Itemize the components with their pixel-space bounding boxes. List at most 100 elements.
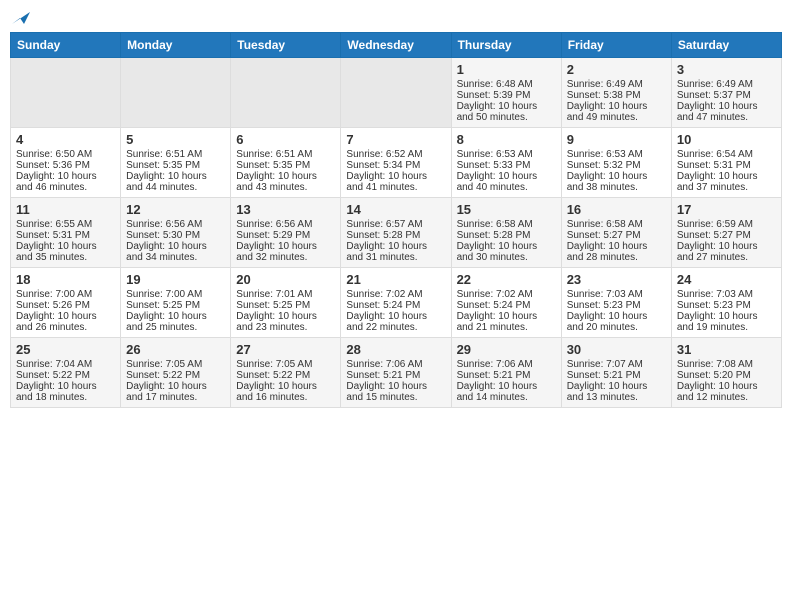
daylight-text: Daylight: 10 hours and 20 minutes. <box>567 311 666 333</box>
sunset-text: Sunset: 5:28 PM <box>346 230 445 241</box>
sunset-text: Sunset: 5:35 PM <box>126 160 225 171</box>
sunrise-text: Sunrise: 6:48 AM <box>457 79 556 90</box>
calendar-week-2: 4Sunrise: 6:50 AMSunset: 5:36 PMDaylight… <box>11 128 782 198</box>
daylight-text: Daylight: 10 hours and 49 minutes. <box>567 101 666 123</box>
calendar-cell: 12Sunrise: 6:56 AMSunset: 5:30 PMDayligh… <box>121 198 231 268</box>
day-number: 14 <box>346 202 445 217</box>
sunrise-text: Sunrise: 6:53 AM <box>457 149 556 160</box>
day-number: 6 <box>236 132 335 147</box>
calendar-cell: 1Sunrise: 6:48 AMSunset: 5:39 PMDaylight… <box>451 58 561 128</box>
daylight-text: Daylight: 10 hours and 44 minutes. <box>126 171 225 193</box>
sunset-text: Sunset: 5:27 PM <box>677 230 776 241</box>
sunset-text: Sunset: 5:22 PM <box>16 370 115 381</box>
sunrise-text: Sunrise: 7:03 AM <box>567 289 666 300</box>
day-number: 5 <box>126 132 225 147</box>
sunrise-text: Sunrise: 6:51 AM <box>236 149 335 160</box>
calendar-cell <box>11 58 121 128</box>
calendar-cell: 9Sunrise: 6:53 AMSunset: 5:32 PMDaylight… <box>561 128 671 198</box>
day-number: 13 <box>236 202 335 217</box>
daylight-text: Daylight: 10 hours and 43 minutes. <box>236 171 335 193</box>
sunset-text: Sunset: 5:37 PM <box>677 90 776 101</box>
day-number: 31 <box>677 342 776 357</box>
sunrise-text: Sunrise: 6:55 AM <box>16 219 115 230</box>
daylight-text: Daylight: 10 hours and 19 minutes. <box>677 311 776 333</box>
header-sunday: Sunday <box>11 33 121 58</box>
sunset-text: Sunset: 5:39 PM <box>457 90 556 101</box>
calendar-cell: 31Sunrise: 7:08 AMSunset: 5:20 PMDayligh… <box>671 338 781 408</box>
header-saturday: Saturday <box>671 33 781 58</box>
day-number: 11 <box>16 202 115 217</box>
calendar-cell: 17Sunrise: 6:59 AMSunset: 5:27 PMDayligh… <box>671 198 781 268</box>
header-tuesday: Tuesday <box>231 33 341 58</box>
daylight-text: Daylight: 10 hours and 46 minutes. <box>16 171 115 193</box>
calendar-cell: 10Sunrise: 6:54 AMSunset: 5:31 PMDayligh… <box>671 128 781 198</box>
header-friday: Friday <box>561 33 671 58</box>
sunset-text: Sunset: 5:23 PM <box>567 300 666 311</box>
calendar-cell: 19Sunrise: 7:00 AMSunset: 5:25 PMDayligh… <box>121 268 231 338</box>
daylight-text: Daylight: 10 hours and 35 minutes. <box>16 241 115 263</box>
calendar-week-4: 18Sunrise: 7:00 AMSunset: 5:26 PMDayligh… <box>11 268 782 338</box>
day-number: 3 <box>677 62 776 77</box>
daylight-text: Daylight: 10 hours and 41 minutes. <box>346 171 445 193</box>
sunset-text: Sunset: 5:32 PM <box>567 160 666 171</box>
calendar-cell: 14 Sunrise: 6:57 AMSunset: 5:28 PMDayligh… <box>341 198 451 268</box>
page-header <box>10 10 782 24</box>
day-number: 10 <box>677 132 776 147</box>
calendar-cell: 20Sunrise: 7:01 AMSunset: 5:25 PMDayligh… <box>231 268 341 338</box>
sunrise-text: Sunrise: 7:03 AM <box>677 289 776 300</box>
calendar-cell: 3Sunrise: 6:49 AMSunset: 5:37 PMDaylight… <box>671 58 781 128</box>
sunset-text: Sunset: 5:23 PM <box>677 300 776 311</box>
sunset-text: Sunset: 5:31 PM <box>677 160 776 171</box>
sunrise-text: Sunrise: 6:57 AM <box>346 219 445 230</box>
day-number: 4 <box>16 132 115 147</box>
calendar-cell: 28Sunrise: 7:06 AMSunset: 5:21 PMDayligh… <box>341 338 451 408</box>
sunset-text: Sunset: 5:25 PM <box>126 300 225 311</box>
day-number: 15 <box>457 202 556 217</box>
calendar-cell: 15Sunrise: 6:58 AMSunset: 5:28 PMDayligh… <box>451 198 561 268</box>
sunrise-text: Sunrise: 6:50 AM <box>16 149 115 160</box>
header-monday: Monday <box>121 33 231 58</box>
sunset-text: Sunset: 5:26 PM <box>16 300 115 311</box>
day-number: 17 <box>677 202 776 217</box>
daylight-text: Daylight: 10 hours and 34 minutes. <box>126 241 225 263</box>
sunrise-text: Sunrise: 6:58 AM <box>457 219 556 230</box>
sunrise-text: Sunrise: 7:07 AM <box>567 359 666 370</box>
day-number: 29 <box>457 342 556 357</box>
calendar-cell: 27Sunrise: 7:05 AMSunset: 5:22 PMDayligh… <box>231 338 341 408</box>
day-number: 21 <box>346 272 445 287</box>
calendar-week-1: 1Sunrise: 6:48 AMSunset: 5:39 PMDaylight… <box>11 58 782 128</box>
sunset-text: Sunset: 5:33 PM <box>457 160 556 171</box>
calendar-header-row: SundayMondayTuesdayWednesdayThursdayFrid… <box>11 33 782 58</box>
day-number: 25 <box>16 342 115 357</box>
sunset-text: Sunset: 5:21 PM <box>346 370 445 381</box>
sunrise-text: Sunrise: 6:54 AM <box>677 149 776 160</box>
daylight-text: Daylight: 10 hours and 16 minutes. <box>236 381 335 403</box>
day-number: 24 <box>677 272 776 287</box>
daylight-text: Daylight: 10 hours and 31 minutes. <box>346 241 445 263</box>
daylight-text: Daylight: 10 hours and 26 minutes. <box>16 311 115 333</box>
daylight-text: Daylight: 10 hours and 50 minutes. <box>457 101 556 123</box>
daylight-text: Daylight: 10 hours and 15 minutes. <box>346 381 445 403</box>
sunset-text: Sunset: 5:30 PM <box>126 230 225 241</box>
calendar-cell: 26Sunrise: 7:05 AMSunset: 5:22 PMDayligh… <box>121 338 231 408</box>
calendar-cell: 8Sunrise: 6:53 AMSunset: 5:33 PMDaylight… <box>451 128 561 198</box>
sunset-text: Sunset: 5:22 PM <box>236 370 335 381</box>
sunrise-text: Sunrise: 7:06 AM <box>346 359 445 370</box>
day-number: 23 <box>567 272 666 287</box>
day-number: 26 <box>126 342 225 357</box>
day-number: 7 <box>346 132 445 147</box>
sunset-text: Sunset: 5:21 PM <box>567 370 666 381</box>
day-number: 16 <box>567 202 666 217</box>
calendar-cell: 7Sunrise: 6:52 AMSunset: 5:34 PMDaylight… <box>341 128 451 198</box>
daylight-text: Daylight: 10 hours and 18 minutes. <box>16 381 115 403</box>
calendar-cell: 11Sunrise: 6:55 AMSunset: 5:31 PMDayligh… <box>11 198 121 268</box>
calendar-cell: 18Sunrise: 7:00 AMSunset: 5:26 PMDayligh… <box>11 268 121 338</box>
header-thursday: Thursday <box>451 33 561 58</box>
calendar-cell: 25Sunrise: 7:04 AMSunset: 5:22 PMDayligh… <box>11 338 121 408</box>
calendar-cell <box>231 58 341 128</box>
daylight-text: Daylight: 10 hours and 38 minutes. <box>567 171 666 193</box>
sunrise-text: Sunrise: 6:56 AM <box>236 219 335 230</box>
sunset-text: Sunset: 5:34 PM <box>346 160 445 171</box>
calendar-week-5: 25Sunrise: 7:04 AMSunset: 5:22 PMDayligh… <box>11 338 782 408</box>
sunset-text: Sunset: 5:21 PM <box>457 370 556 381</box>
